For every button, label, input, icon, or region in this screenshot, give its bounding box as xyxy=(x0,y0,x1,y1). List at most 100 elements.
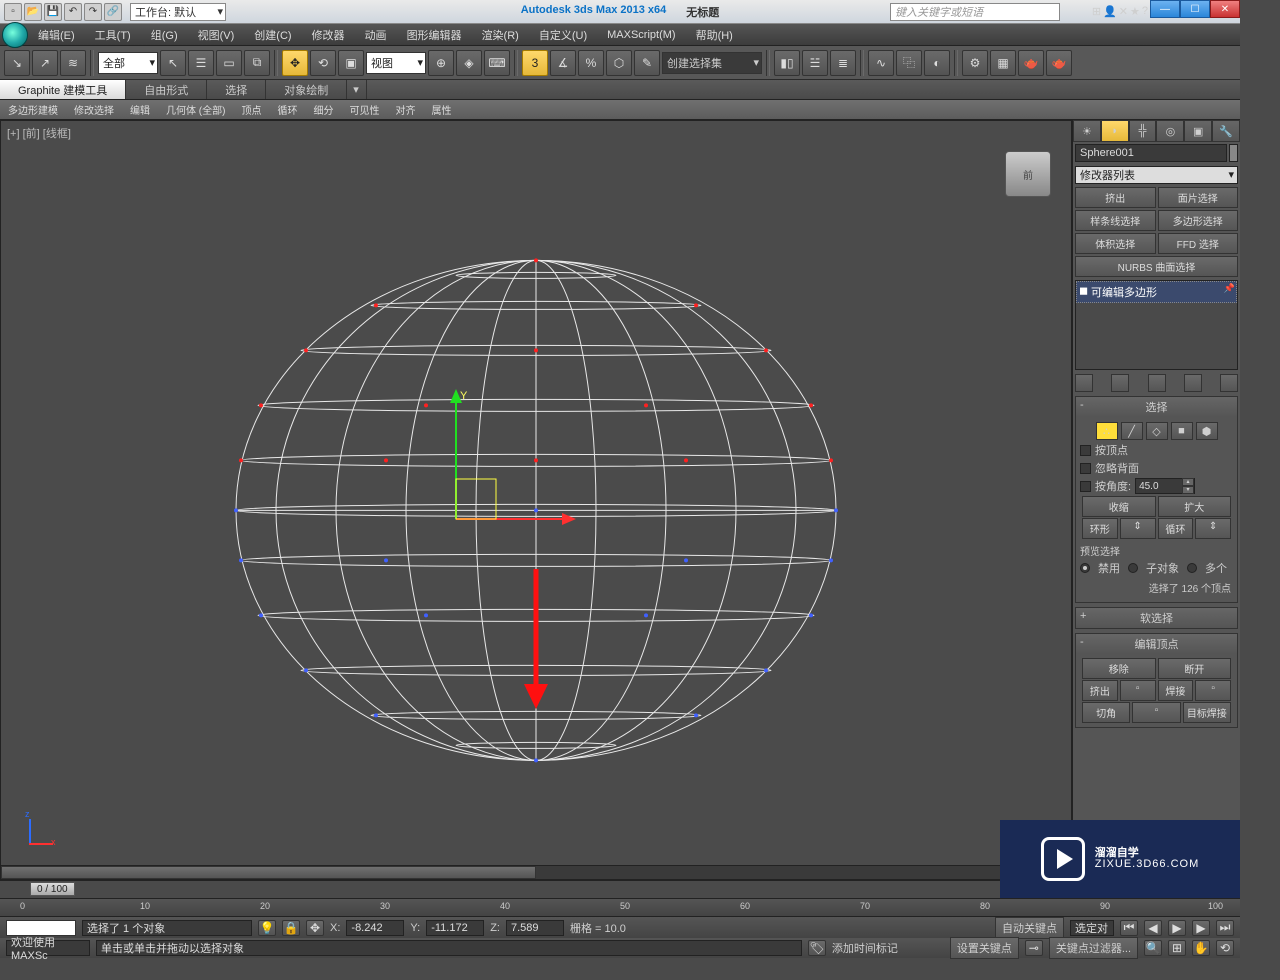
select-name-icon[interactable]: ☰ xyxy=(188,50,214,76)
menu-modifiers[interactable]: 修改器 xyxy=(304,25,353,45)
keyfilter-button[interactable]: 关键点过滤器... xyxy=(1049,937,1138,959)
undo-icon[interactable]: ↶ xyxy=(64,3,82,21)
btn-ffdsel[interactable]: FFD 选择 xyxy=(1158,233,1239,254)
panel-vertices[interactable]: 顶点 xyxy=(233,100,269,119)
utilities-tab-icon[interactable]: 🔧 xyxy=(1212,120,1240,142)
weld-set-icon[interactable]: ▫ xyxy=(1195,680,1231,701)
snap-toggle-icon[interactable]: 3 xyxy=(522,50,548,76)
curve-editor-icon[interactable]: ∿ xyxy=(868,50,894,76)
panel-modifysel[interactable]: 修改选择 xyxy=(66,100,122,119)
spinner-snap-icon[interactable]: ⬡ xyxy=(606,50,632,76)
panel-geometry[interactable]: 几何体 (全部) xyxy=(158,100,233,119)
btn-nurbssel[interactable]: NURBS 曲面选择 xyxy=(1075,256,1238,277)
pin-icon[interactable] xyxy=(1075,374,1093,392)
btn-extrude2[interactable]: 挤出 xyxy=(1082,680,1118,701)
panel-edit[interactable]: 编辑 xyxy=(122,100,158,119)
modify-tab-icon[interactable]: ◗ xyxy=(1101,120,1129,142)
ribbon-expand-icon[interactable]: ▾ xyxy=(347,80,367,99)
btn-chamfer[interactable]: 切角 xyxy=(1082,702,1130,723)
maximize-button[interactable]: ☐ xyxy=(1180,0,1210,18)
nav-pan-icon[interactable]: ✋ xyxy=(1192,940,1210,956)
remove-mod-icon[interactable] xyxy=(1184,374,1202,392)
signin-icon[interactable]: 👤 xyxy=(1103,5,1117,18)
setkey-button[interactable]: 设置关键点 xyxy=(950,937,1019,959)
redo-icon[interactable]: ↷ xyxy=(84,3,102,21)
help-icon[interactable]: ? xyxy=(1142,5,1148,18)
subobj-element-icon[interactable]: ⬢ xyxy=(1196,422,1218,440)
btn-break[interactable]: 断开 xyxy=(1158,658,1232,679)
rollout-editvertex-header[interactable]: -编辑顶点 xyxy=(1076,634,1237,654)
nav-zoom-icon[interactable]: 🔍 xyxy=(1144,940,1162,956)
modifier-list-dropdown[interactable]: 修改器列表 xyxy=(1075,166,1238,184)
radio-multi[interactable] xyxy=(1187,563,1197,573)
autokey-button[interactable]: 自动关键点 xyxy=(995,917,1064,939)
refcoord-dropdown[interactable]: 视图 xyxy=(366,52,426,74)
addmarker-label[interactable]: 添加时间标记 xyxy=(832,940,898,956)
btn-volsel[interactable]: 体积选择 xyxy=(1075,233,1156,254)
goto-end-icon[interactable]: ⏭ xyxy=(1216,920,1234,936)
tab-paint[interactable]: 对象绘制 xyxy=(266,80,347,99)
render-setup-icon[interactable]: ⚙ xyxy=(962,50,988,76)
x-field[interactable]: -8.242 xyxy=(346,920,404,936)
move-tool-icon[interactable]: ✥ xyxy=(282,50,308,76)
angle-snap-icon[interactable]: ∡ xyxy=(550,50,576,76)
menu-grapheditors[interactable]: 图形编辑器 xyxy=(399,25,470,45)
subobj-edge-icon[interactable]: ╱ xyxy=(1121,422,1143,440)
btn-remove[interactable]: 移除 xyxy=(1082,658,1156,679)
close-button[interactable]: ✕ xyxy=(1210,0,1240,18)
menu-tools[interactable]: 工具(T) xyxy=(87,25,139,45)
keyboard-icon[interactable]: ⌨ xyxy=(484,50,510,76)
play-icon[interactable]: ▶ xyxy=(1168,920,1186,936)
chk-byangle[interactable]: 按角度: 45.0▴▾ xyxy=(1080,478,1233,494)
select-region-icon[interactable]: ▭ xyxy=(216,50,242,76)
btn-polysel[interactable]: 多边形选择 xyxy=(1158,210,1239,231)
panel-properties[interactable]: 属性 xyxy=(423,100,459,119)
menu-help[interactable]: 帮助(H) xyxy=(688,25,741,45)
prev-frame-icon[interactable]: ◀ xyxy=(1144,920,1162,936)
nav-orbit-icon[interactable]: ⟲ xyxy=(1216,940,1234,956)
move-gizmo-icon[interactable]: Y xyxy=(436,389,636,539)
y-field[interactable]: -11.172 xyxy=(426,920,484,936)
select-icon[interactable]: ↖ xyxy=(160,50,186,76)
chk-ignoreback[interactable]: 忽略背面 xyxy=(1080,460,1233,476)
lock-sel-icon[interactable]: 💡 xyxy=(258,920,276,936)
stack-item-editpoly[interactable]: ◼可编辑多边形 xyxy=(1076,281,1237,303)
radio-subobj[interactable] xyxy=(1128,563,1138,573)
subobj-vertex-icon[interactable]: ∴ xyxy=(1096,422,1118,440)
grid-icon[interactable]: ⊞ xyxy=(1092,5,1101,18)
panel-loops[interactable]: 循环 xyxy=(269,100,305,119)
menu-edit[interactable]: 编辑(E) xyxy=(30,25,83,45)
btn-extrude[interactable]: 挤出 xyxy=(1075,187,1156,208)
edit-selset-icon[interactable]: ✎ xyxy=(634,50,660,76)
percent-snap-icon[interactable]: % xyxy=(578,50,604,76)
subobj-polygon-icon[interactable]: ■ xyxy=(1171,422,1193,440)
lock-icon[interactable]: 🔒 xyxy=(282,920,300,936)
exchange-icon[interactable]: ✕ xyxy=(1119,5,1128,18)
bind-tool-icon[interactable]: ≋ xyxy=(60,50,86,76)
schematic-icon[interactable]: ⿻ xyxy=(896,50,922,76)
menu-customize[interactable]: 自定义(U) xyxy=(531,25,595,45)
new-icon[interactable]: ▫ xyxy=(4,3,22,21)
z-field[interactable]: 7.589 xyxy=(506,920,564,936)
link-tool-icon[interactable]: ↘ xyxy=(4,50,30,76)
rotate-tool-icon[interactable]: ⟲ xyxy=(310,50,336,76)
workspace-dropdown[interactable]: 工作台: 默认 xyxy=(130,3,226,21)
material-editor-icon[interactable]: ◐ xyxy=(924,50,950,76)
panel-polymodel[interactable]: 多边形建模 xyxy=(0,100,66,119)
unlink-tool-icon[interactable]: ↗ xyxy=(32,50,58,76)
rendered-frame-icon[interactable]: ▦ xyxy=(990,50,1016,76)
panel-visibility[interactable]: 可见性 xyxy=(341,100,387,119)
ring-spin-icon[interactable]: ⇕ xyxy=(1120,518,1156,539)
menu-animation[interactable]: 动画 xyxy=(357,25,395,45)
render-iter-icon[interactable]: 🫖 xyxy=(1046,50,1072,76)
minimize-button[interactable]: — xyxy=(1150,0,1180,18)
motion-tab-icon[interactable]: ◎ xyxy=(1156,120,1184,142)
menu-view[interactable]: 视图(V) xyxy=(190,25,243,45)
pivot-icon[interactable]: ⊕ xyxy=(428,50,454,76)
selection-filter-dropdown[interactable]: 全部 xyxy=(98,52,158,74)
configure-icon[interactable] xyxy=(1220,374,1238,392)
btn-loop[interactable]: 循环 xyxy=(1158,518,1194,539)
selkey-field[interactable]: 选定对 xyxy=(1070,920,1114,936)
create-tab-icon[interactable]: ☀ xyxy=(1073,120,1101,142)
fav-icon[interactable]: ★ xyxy=(1130,5,1140,18)
